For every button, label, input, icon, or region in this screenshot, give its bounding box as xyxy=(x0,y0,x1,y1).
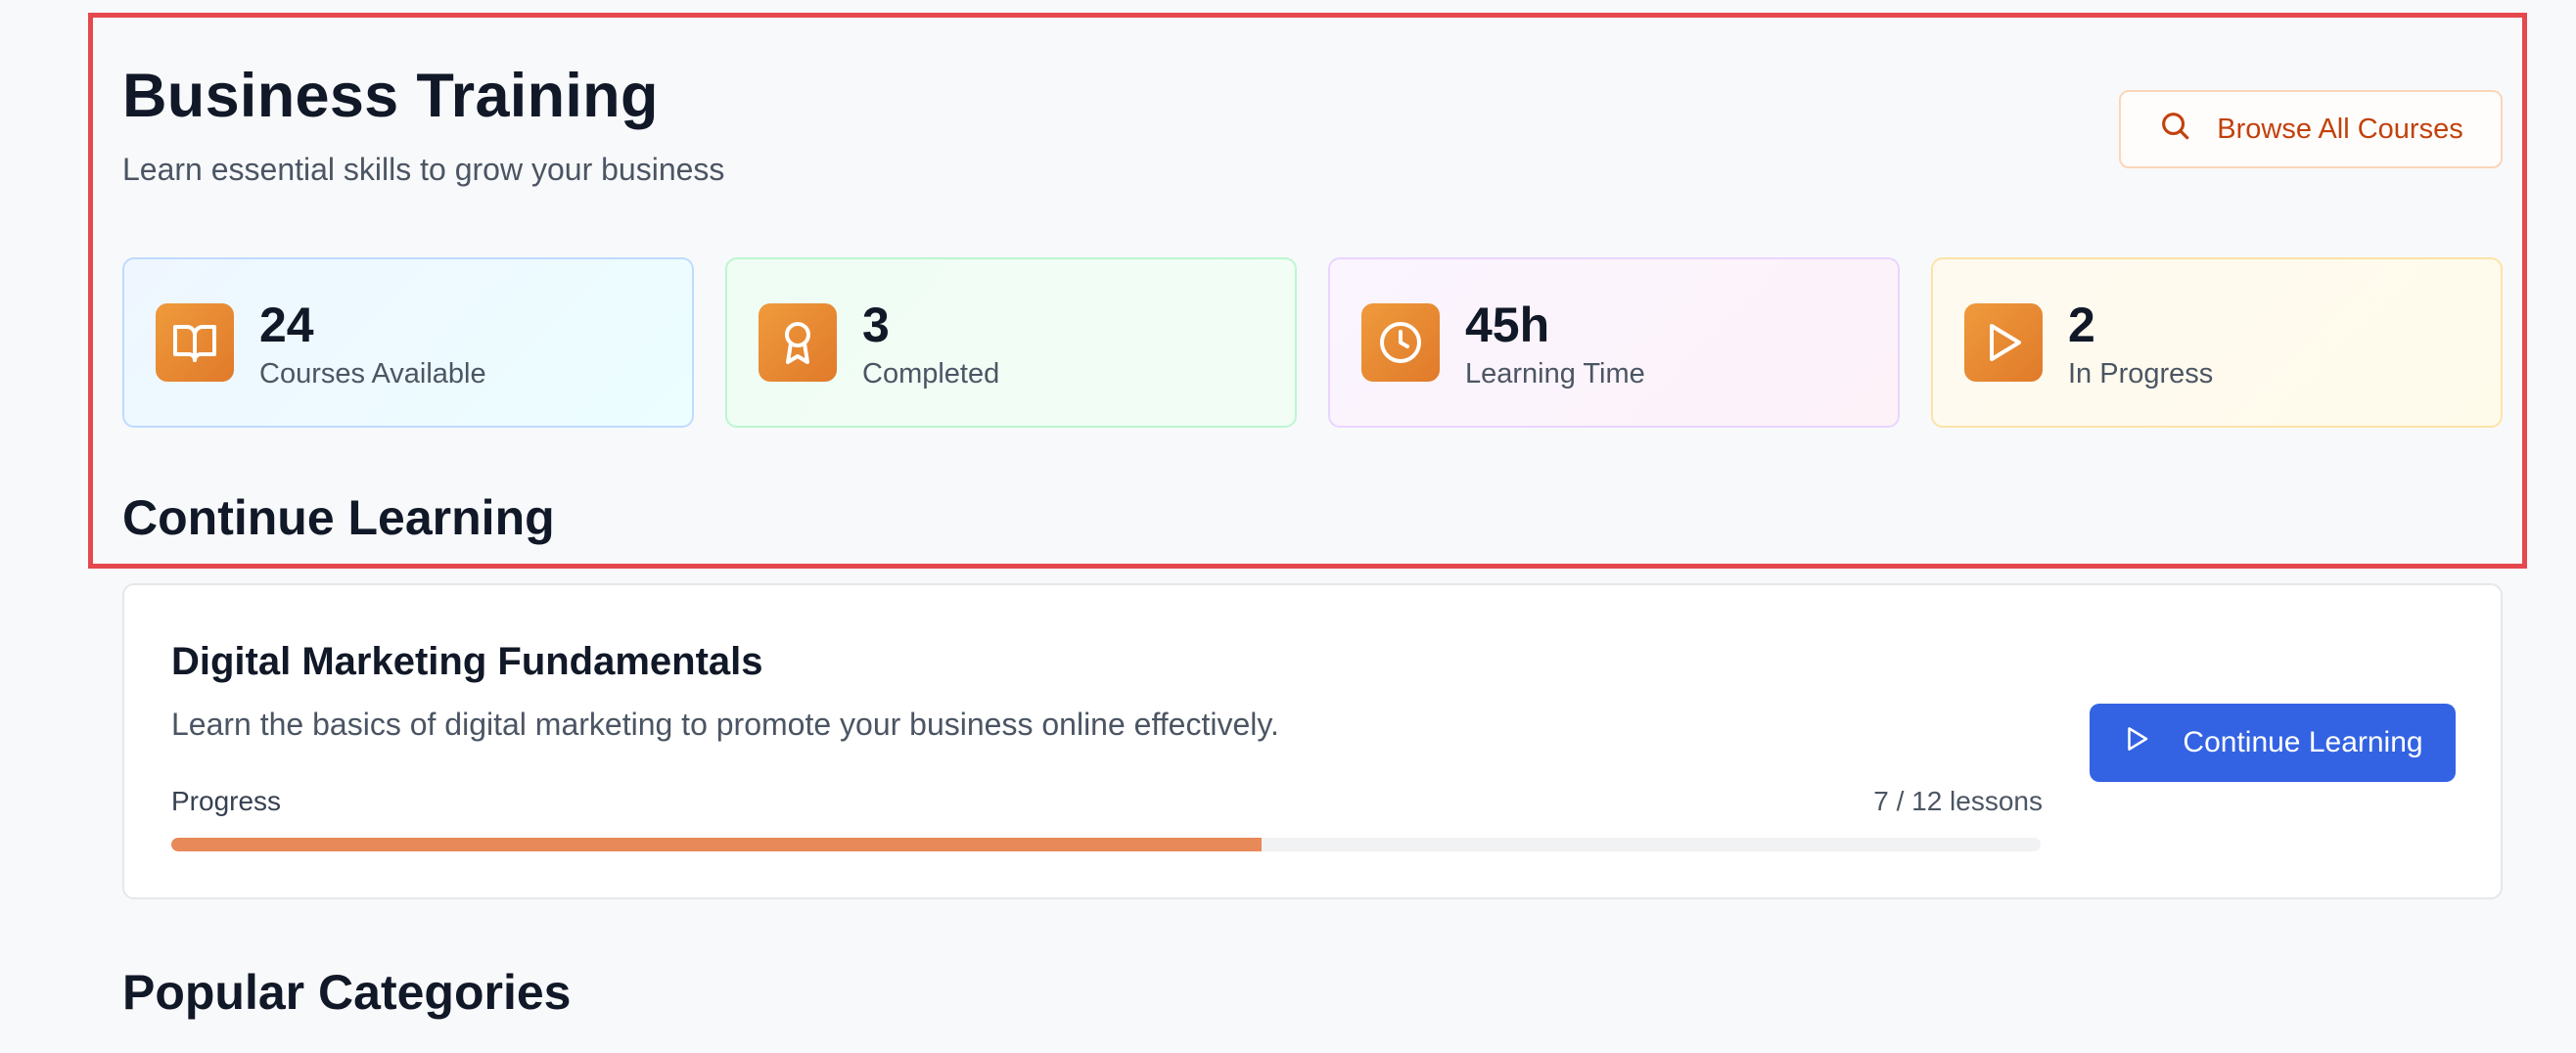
page-subtitle: Learn essential skills to grow your busi… xyxy=(122,152,725,187)
stat-card-in-progress: 2 In Progress xyxy=(1931,257,2503,428)
continue-learning-card: Digital Marketing Fundamentals Learn the… xyxy=(122,583,2503,899)
continue-learning-button-label: Continue Learning xyxy=(2183,726,2423,758)
clock-icon xyxy=(1361,303,1440,382)
popular-categories-heading: Popular Categories xyxy=(122,965,572,1020)
book-open-icon xyxy=(156,303,234,382)
stat-value: 2 xyxy=(2068,298,2095,352)
stat-card-completed: 3 Completed xyxy=(725,257,1297,428)
stat-label: Courses Available xyxy=(259,358,486,389)
continue-learning-button[interactable]: Continue Learning xyxy=(2090,704,2456,782)
stat-label: Learning Time xyxy=(1465,358,1645,389)
continue-learning-heading: Continue Learning xyxy=(122,490,555,545)
stat-value: 45h xyxy=(1465,298,1550,352)
stat-card-learning-time: 45h Learning Time xyxy=(1328,257,1900,428)
course-title[interactable]: Digital Marketing Fundamentals xyxy=(171,640,763,684)
progress-bar xyxy=(171,838,2041,851)
progress-bar-fill xyxy=(171,838,1263,851)
award-icon xyxy=(759,303,837,382)
play-icon xyxy=(1964,303,2043,382)
stat-card-courses-available: 24 Courses Available xyxy=(122,257,694,428)
play-icon xyxy=(2122,724,2151,761)
stat-value: 3 xyxy=(862,298,890,352)
course-description: Learn the basics of digital marketing to… xyxy=(171,707,1279,742)
browse-all-courses-label: Browse All Courses xyxy=(2217,113,2463,145)
search-icon xyxy=(2158,109,2191,150)
progress-count: 7 / 12 lessons xyxy=(1873,786,2043,816)
progress-label: Progress xyxy=(171,786,282,816)
stat-value: 24 xyxy=(259,298,314,352)
stat-label: Completed xyxy=(862,358,1000,389)
browse-all-courses-button[interactable]: Browse All Courses xyxy=(2119,90,2503,168)
stats-row: 24 Courses Available 3 Completed 45h Lea… xyxy=(122,257,2503,428)
stat-label: In Progress xyxy=(2068,358,2214,389)
page-title: Business Training xyxy=(122,62,659,130)
